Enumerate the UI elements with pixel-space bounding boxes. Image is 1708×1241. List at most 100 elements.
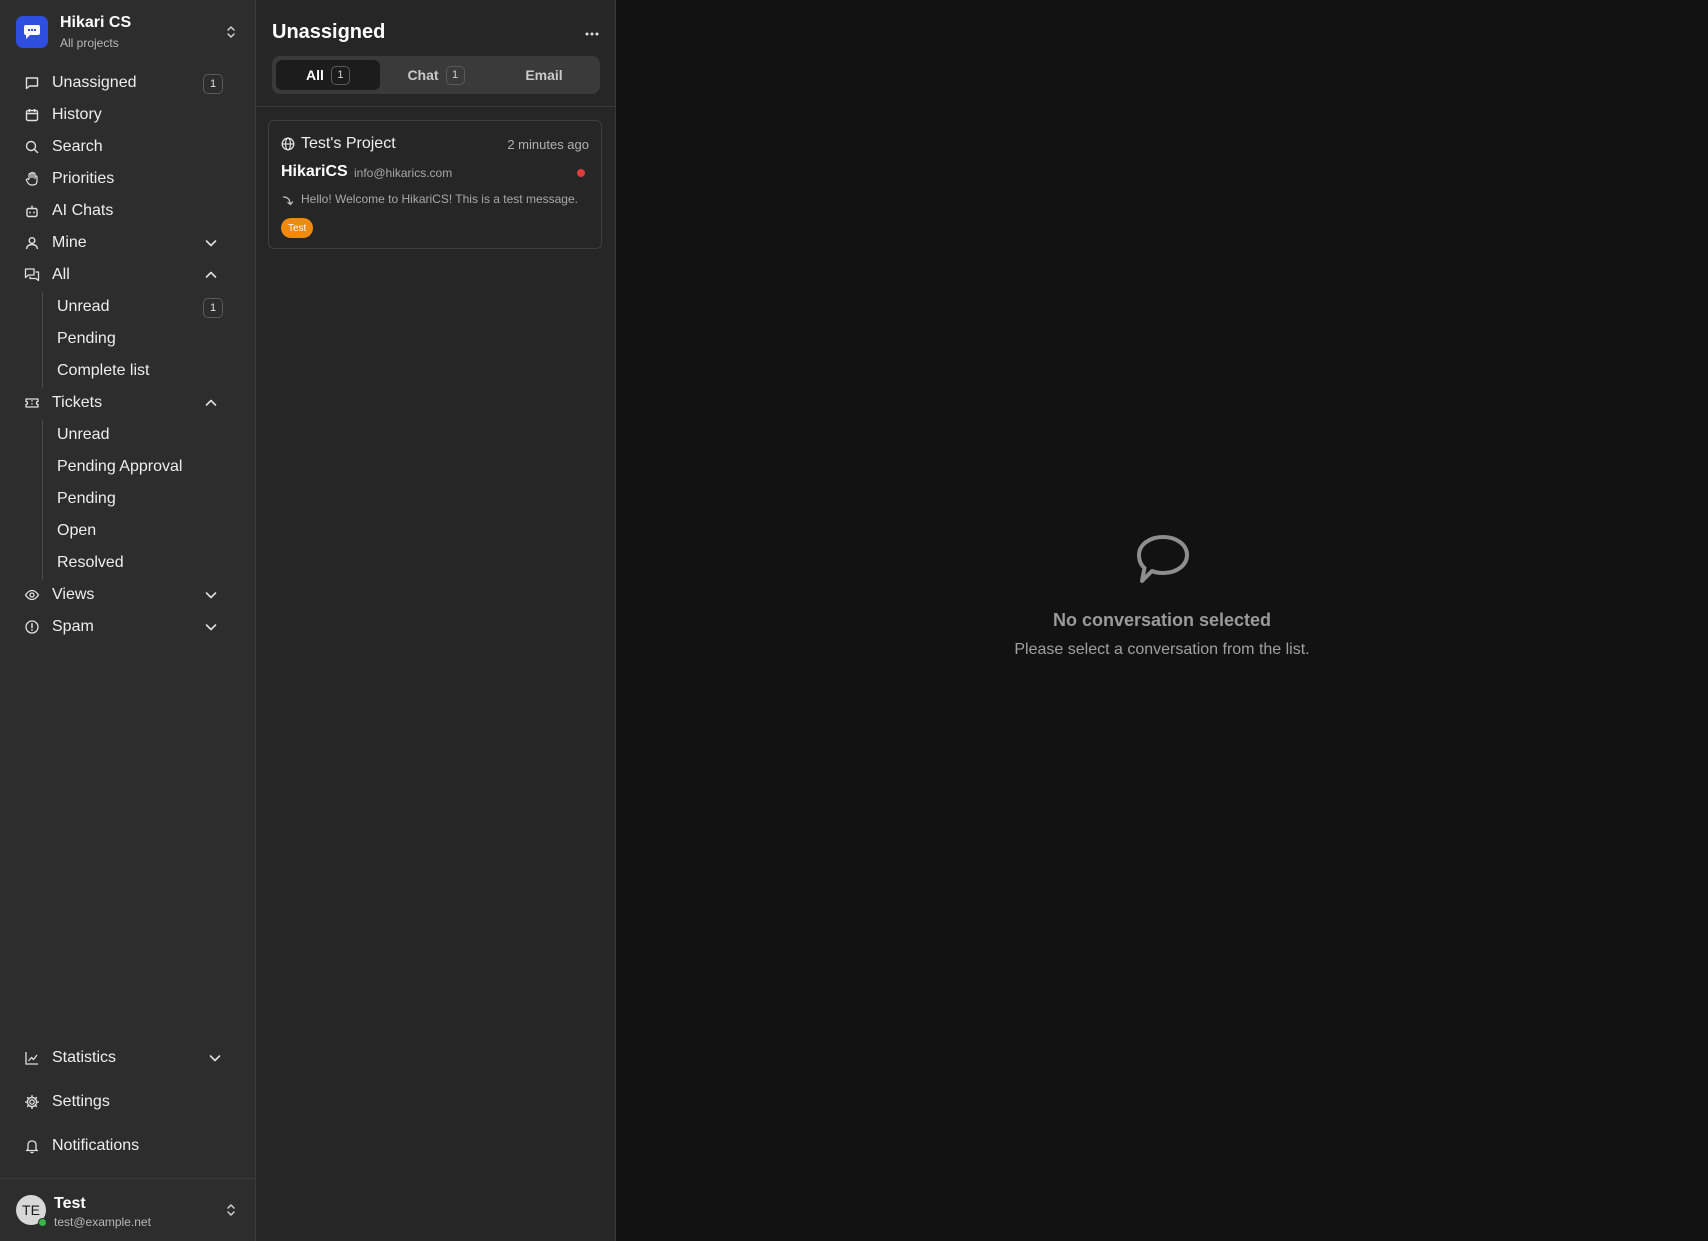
channel-tabs: All 1 Chat 1 Email	[272, 56, 600, 94]
tab-chat[interactable]: Chat 1	[384, 60, 488, 90]
sidebar-item-label: Views	[52, 586, 95, 603]
sidebar-item-priorities[interactable]: Priorities	[12, 164, 244, 194]
unread-count-badge: 1	[203, 298, 223, 318]
sidebar-item-all[interactable]: All	[12, 260, 244, 290]
conversation-contact-name: HikariCS	[281, 163, 348, 180]
hand-icon	[24, 171, 40, 187]
corner-down-right-icon	[281, 193, 295, 207]
sidebar-subitem-all-pending[interactable]: Pending	[31, 324, 244, 354]
sidebar-subitem-label: Pending Approval	[57, 458, 183, 475]
sidebar-subitem-label: Unread	[57, 426, 110, 443]
tab-email[interactable]: Email	[492, 60, 596, 90]
user-name: Test	[54, 1195, 86, 1212]
conversation-project: Test's Project	[301, 135, 396, 152]
chevron-down-icon	[204, 620, 218, 634]
ticket-icon	[24, 395, 40, 411]
calendar-icon	[24, 107, 40, 123]
sidebar-item-label: History	[52, 106, 102, 123]
sidebar-subitem-label: Unread	[57, 298, 110, 315]
tab-count-badge: 1	[445, 65, 465, 85]
globe-icon	[281, 137, 295, 151]
sidebar-item-spam[interactable]: Spam	[12, 612, 244, 642]
sidebar-item-mine[interactable]: Mine	[12, 228, 244, 258]
sidebar-item-search[interactable]: Search	[12, 132, 244, 162]
sidebar-subitem-tickets-unread[interactable]: Unread	[31, 420, 244, 450]
sidebar-subitem-label: Pending	[57, 490, 116, 507]
project-switcher[interactable]: Hikari CS All projects	[0, 0, 255, 64]
conversation-contact-email: info@hikarics.com	[354, 166, 453, 180]
tab-label: Chat	[407, 67, 439, 83]
sidebar-subitem-all-complete-list[interactable]: Complete list	[31, 356, 244, 386]
divider	[256, 106, 615, 107]
more-options-button[interactable]	[582, 23, 602, 41]
conversation-preview: Hello! Welcome to HikariCS! This is a te…	[301, 192, 578, 206]
sidebar-item-label: All	[52, 266, 70, 283]
sidebar-item-ai-chats[interactable]: AI Chats	[12, 196, 244, 226]
sidebar-item-label: Unassigned	[52, 74, 137, 91]
sidebar-item-history[interactable]: History	[12, 100, 244, 130]
chevron-up-icon	[204, 268, 218, 282]
conversation-list-item[interactable]: Test's Project 2 minutes ago HikariCS in…	[268, 120, 602, 249]
unassigned-count-badge: 1	[203, 74, 223, 94]
sidebar-subitem-tickets-pending-approval[interactable]: Pending Approval	[31, 452, 244, 482]
sidebar-subitem-label: Complete list	[57, 362, 150, 379]
sidebar-item-label: Statistics	[52, 1049, 117, 1066]
chevron-down-icon	[208, 1051, 222, 1065]
bot-icon	[24, 203, 40, 219]
gear-icon	[24, 1094, 40, 1110]
line-chart-icon	[24, 1050, 40, 1066]
conversation-timestamp: 2 minutes ago	[507, 137, 589, 152]
conversation-list-panel: Unassigned All 1 Chat 1 Email Test's Pro…	[256, 0, 616, 1241]
sidebar-item-label: Settings	[52, 1093, 110, 1110]
messages-square-icon	[24, 267, 40, 283]
bell-icon	[24, 1138, 40, 1154]
sidebar-item-statistics[interactable]: Statistics	[12, 1043, 244, 1073]
brand-name: Hikari CS	[60, 14, 132, 31]
sidebar-item-label: Tickets	[52, 394, 103, 411]
search-icon	[24, 139, 40, 155]
sidebar-subitem-label: Open	[57, 522, 97, 539]
brand-subtitle: All projects	[60, 36, 119, 50]
sidebar-item-label: Priorities	[52, 170, 115, 187]
sidebar-item-label: Spam	[52, 618, 94, 635]
tab-label: All	[306, 67, 324, 83]
sidebar-item-label: Notifications	[52, 1137, 140, 1154]
chevrons-up-down-icon	[224, 1201, 238, 1219]
sidebar-item-views[interactable]: Views	[12, 580, 244, 610]
brand-logo-icon	[16, 16, 48, 48]
empty-state-subtitle: Please select a conversation from the li…	[1014, 641, 1310, 658]
sidebar-subitem-tickets-pending[interactable]: Pending	[31, 484, 244, 514]
sidebar-item-label: Search	[52, 138, 103, 155]
user-icon	[24, 235, 40, 251]
more-horizontal-icon	[585, 23, 599, 41]
sidebar-subitem-tickets-resolved[interactable]: Resolved	[31, 548, 244, 578]
tab-count-badge: 1	[330, 65, 350, 85]
sidebar-subitem-all-unread[interactable]: Unread 1	[31, 292, 244, 322]
message-circle-icon	[1134, 532, 1192, 586]
conversation-detail-area: No conversation selected Please select a…	[616, 0, 1708, 1241]
sidebar: Hikari CS All projects Unassigned 1 Hist…	[0, 0, 256, 1241]
empty-state-title: No conversation selected	[1052, 610, 1272, 630]
chevron-down-icon	[204, 236, 218, 250]
chevron-down-icon	[204, 588, 218, 602]
user-menu[interactable]: TE Test test@example.net	[0, 1178, 255, 1241]
sidebar-item-notifications[interactable]: Notifications	[12, 1131, 244, 1161]
unread-indicator	[577, 169, 585, 177]
sidebar-item-settings[interactable]: Settings	[12, 1087, 244, 1117]
sidebar-item-label: AI Chats	[52, 202, 114, 219]
tab-label: Email	[525, 67, 563, 83]
sidebar-subitem-label: Pending	[57, 330, 116, 347]
user-email: test@example.net	[54, 1215, 151, 1229]
chevrons-up-down-icon	[224, 23, 238, 41]
sidebar-item-label: Mine	[52, 234, 87, 251]
online-status-indicator	[38, 1218, 47, 1227]
tab-all[interactable]: All 1	[276, 60, 380, 90]
sidebar-item-unassigned[interactable]: Unassigned 1	[12, 68, 244, 98]
conversation-tag: Test	[281, 218, 314, 238]
sidebar-subitem-tickets-open[interactable]: Open	[31, 516, 244, 546]
sidebar-subitem-label: Resolved	[57, 554, 124, 571]
sidebar-item-tickets[interactable]: Tickets	[12, 388, 244, 418]
message-square-icon	[24, 75, 40, 91]
alert-circle-icon	[24, 619, 40, 635]
chevron-up-icon	[204, 396, 218, 410]
